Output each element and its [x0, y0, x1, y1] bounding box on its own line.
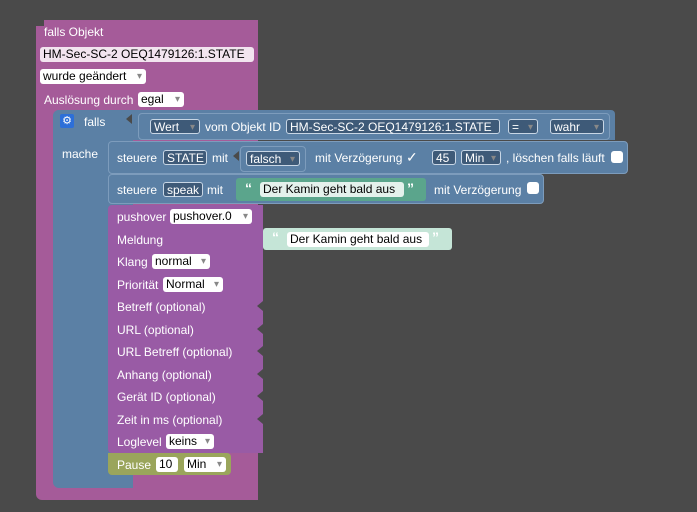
text-input[interactable]: Der Kamin geht bald aus: [260, 182, 404, 197]
subject-optional-label: Betreff (optional): [117, 300, 206, 314]
sound-label: Klang: [117, 255, 148, 269]
time-ms-optional-label: Zeit in ms (optional): [117, 413, 223, 427]
control2-delay-checkbox[interactable]: [527, 182, 539, 194]
control-label: steuere: [117, 151, 158, 165]
control2-delay-label: mit Verzögerung: [434, 183, 522, 197]
operator-select[interactable]: =: [508, 119, 538, 135]
control2-with-label: mit: [207, 183, 223, 197]
trigger-by-dropdown[interactable]: egal: [138, 92, 184, 107]
quote-open-icon: “: [245, 180, 252, 196]
trigger-by-label: Auslösung durch: [44, 93, 134, 107]
url-optional-label: URL (optional): [117, 323, 194, 337]
loglevel-select[interactable]: keins: [166, 434, 214, 449]
of-object-label: vom Objekt ID: [205, 120, 282, 134]
control2-target-field[interactable]: speak: [163, 182, 203, 197]
trigger-header: falls Objekt: [44, 25, 104, 39]
compare-object-id-field[interactable]: HM-Sec-SC-2 OEQ1479126:1.STATE: [286, 119, 500, 134]
gear-icon[interactable]: ⚙: [60, 114, 74, 128]
attachment-optional-label: Anhang (optional): [117, 368, 212, 382]
pause-unit-select[interactable]: Min: [184, 457, 226, 472]
priority-select[interactable]: Normal: [163, 277, 223, 292]
sound-select[interactable]: normal: [152, 254, 210, 269]
device-id-optional-label: Gerät ID (optional): [117, 390, 216, 404]
boolean-select[interactable]: falsch: [246, 151, 300, 167]
message-quote-close-icon: ”: [432, 229, 439, 245]
delay-label: mit Verzögerung: [315, 151, 403, 165]
clear-if-running-label: , löschen falls läuft: [506, 151, 605, 165]
do-label: mache: [62, 147, 99, 161]
quote-close-icon: ”: [407, 180, 414, 196]
delay-checkbox[interactable]: ✓: [406, 150, 418, 164]
pause-label: Pause: [117, 458, 152, 472]
control2-label: steuere: [117, 183, 158, 197]
message-quote-open-icon: “: [272, 229, 279, 245]
loglevel-label: Loglevel: [117, 435, 162, 449]
trigger-object-id-field[interactable]: HM-Sec-SC-2 OEQ1479126:1.STATE: [40, 47, 254, 62]
if-label: falls: [84, 115, 106, 129]
compare-value-select[interactable]: wahr: [550, 119, 604, 135]
value-select[interactable]: Wert: [150, 119, 200, 135]
pushover-instance-select[interactable]: pushover.0: [170, 209, 252, 224]
delay-value-field[interactable]: 45: [432, 150, 456, 165]
url-subject-optional-label: URL Betreff (optional): [117, 345, 233, 359]
pushover-label: pushover: [117, 210, 167, 224]
trigger-condition-dropdown[interactable]: wurde geändert: [40, 69, 146, 84]
delay-unit-select[interactable]: Min: [461, 150, 501, 166]
clear-if-running-checkbox[interactable]: [611, 151, 623, 163]
message-text-input[interactable]: Der Kamin geht bald aus: [287, 232, 429, 247]
control-target-field[interactable]: STATE: [163, 150, 207, 165]
message-label: Meldung: [117, 233, 164, 247]
control-with-label: mit: [212, 151, 228, 165]
pause-value-field[interactable]: 10: [156, 457, 178, 472]
priority-label: Priorität: [117, 278, 159, 292]
